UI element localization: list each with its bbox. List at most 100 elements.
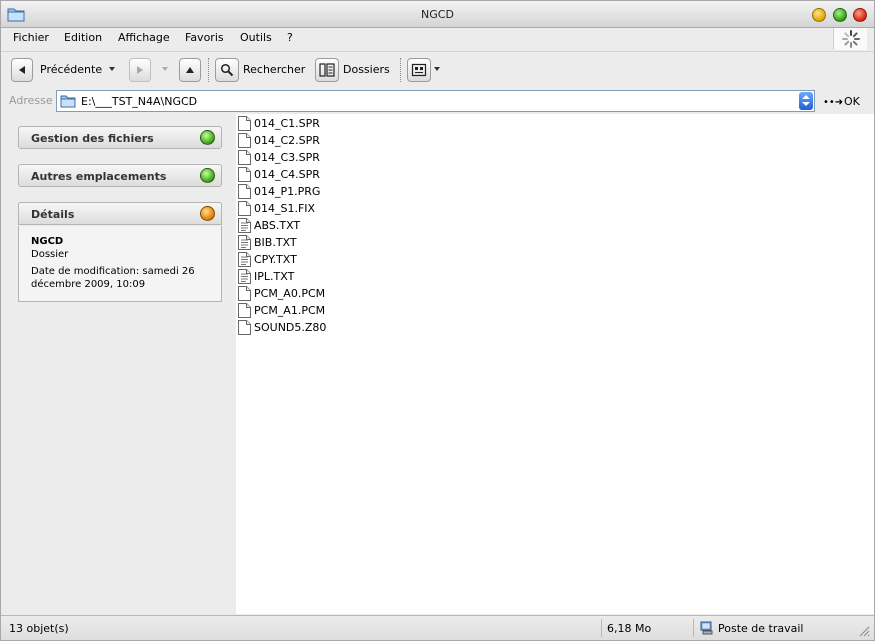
views-button[interactable]: [407, 58, 431, 82]
folders-button[interactable]: [315, 58, 339, 82]
chevron-up-icon: [802, 95, 810, 99]
text-file-icon: [238, 235, 251, 250]
magnifier-icon: [220, 63, 234, 77]
arrow-left-icon: [19, 66, 25, 74]
file-name: CPY.TXT: [254, 253, 297, 266]
file-name: 014_S1.FIX: [254, 202, 316, 215]
file-item[interactable]: PCM_A0.PCM: [238, 285, 325, 302]
panel-file-tasks-label: Gestion des fichiers: [31, 132, 154, 145]
file-icon: [238, 201, 251, 216]
file-name: 014_P1.PRG: [254, 185, 321, 198]
details-type: Dossier: [31, 249, 69, 260]
views-dropdown[interactable]: [434, 67, 440, 71]
views-icon: [411, 63, 427, 77]
file-item[interactable]: BIB.TXT: [238, 234, 297, 251]
resize-grip-icon[interactable]: [858, 625, 870, 637]
file-name: PCM_A0.PCM: [254, 287, 326, 300]
address-bar: Adresse E:\___TST_N4A\NGCD ••➜ OK: [1, 87, 874, 115]
back-button[interactable]: [11, 58, 33, 82]
status-bar: 13 objet(s) 6,18 Mo Poste de travail: [1, 615, 874, 640]
file-list[interactable]: 014_C1.SPR 014_C2.SPR 014_C3.SPR 014_C4.SPR…: [236, 114, 874, 614]
file-icon: [238, 286, 251, 301]
address-input[interactable]: E:\___TST_N4A\NGCD: [56, 90, 815, 112]
panel-details[interactable]: Détails: [18, 202, 222, 225]
file-icon: [238, 133, 251, 148]
file-item[interactable]: IPL.TXT: [238, 268, 294, 285]
up-button[interactable]: [179, 58, 201, 82]
panel-other-places-label: Autres emplacements: [31, 170, 167, 183]
chevron-down-icon: [802, 102, 810, 106]
window-title: NGCD: [421, 8, 454, 21]
collapse-orb-icon[interactable]: [200, 206, 215, 221]
details-name: NGCD: [31, 236, 64, 247]
toolbar: Précédente Rechercher Dossiers: [1, 51, 874, 87]
search-label[interactable]: Rechercher: [243, 63, 305, 76]
minimize-button[interactable]: [812, 8, 826, 22]
menu-favoris[interactable]: Favoris: [185, 31, 224, 44]
file-name: 014_C3.SPR: [254, 151, 320, 164]
status-separator: [601, 619, 602, 637]
file-icon: [238, 184, 251, 199]
toolbar-separator: [208, 58, 209, 82]
file-item[interactable]: 014_C3.SPR: [238, 149, 320, 166]
file-icon: [238, 150, 251, 165]
file-name: 014_C4.SPR: [254, 168, 320, 181]
panel-other-places[interactable]: Autres emplacements: [18, 164, 222, 187]
folder-tree-icon: [319, 63, 335, 77]
panel-file-tasks[interactable]: Gestion des fichiers: [18, 126, 222, 149]
toolbar-separator: [400, 58, 401, 82]
file-icon: [238, 320, 251, 335]
file-name: ABS.TXT: [254, 219, 301, 232]
go-arrow-icon[interactable]: ••➜: [823, 97, 843, 108]
go-button[interactable]: OK: [844, 95, 860, 108]
address-dropdown[interactable]: [799, 92, 813, 110]
file-item[interactable]: 014_C1.SPR: [238, 115, 320, 132]
file-item[interactable]: CPY.TXT: [238, 251, 297, 268]
search-button[interactable]: [215, 58, 239, 82]
menu-bar: Fichier Edition Affichage Favoris Outils…: [1, 28, 874, 50]
text-file-icon: [238, 252, 251, 267]
file-icon: [238, 116, 251, 131]
address-label: Adresse: [9, 94, 53, 107]
file-item[interactable]: ABS.TXT: [238, 217, 300, 234]
file-name: BIB.TXT: [254, 236, 297, 249]
status-object-count: 13 objet(s): [9, 622, 69, 635]
expand-orb-icon[interactable]: [200, 168, 215, 183]
folders-label[interactable]: Dossiers: [343, 63, 390, 76]
forward-history-dropdown[interactable]: [162, 67, 168, 71]
task-pane: Gestion des fichiers Autres emplacements…: [1, 114, 236, 614]
menu-help[interactable]: ?: [287, 31, 293, 44]
file-item[interactable]: 014_S1.FIX: [238, 200, 315, 217]
address-value: E:\___TST_N4A\NGCD: [81, 95, 198, 108]
file-item[interactable]: 014_C2.SPR: [238, 132, 320, 149]
file-icon: [238, 167, 251, 182]
maximize-button[interactable]: [833, 8, 847, 22]
back-label[interactable]: Précédente: [40, 63, 102, 76]
file-item[interactable]: PCM_A1.PCM: [238, 302, 325, 319]
title-bar[interactable]: NGCD: [1, 1, 874, 28]
back-history-dropdown[interactable]: [109, 67, 115, 71]
file-name: 014_C2.SPR: [254, 134, 320, 147]
file-item[interactable]: 014_P1.PRG: [238, 183, 320, 200]
file-name: 014_C1.SPR: [254, 117, 320, 130]
menu-fichier[interactable]: Fichier: [13, 31, 49, 44]
expand-orb-icon[interactable]: [200, 130, 215, 145]
forward-button[interactable]: [129, 58, 151, 82]
file-name: IPL.TXT: [254, 270, 295, 283]
file-item[interactable]: SOUND5.Z80: [238, 319, 326, 336]
status-location: Poste de travail: [718, 622, 804, 635]
status-size: 6,18 Mo: [607, 622, 652, 635]
file-name: SOUND5.Z80: [254, 321, 327, 334]
activity-throbber: [833, 28, 867, 50]
explorer-window: NGCD Fichier Edition Affichage Favoris O…: [0, 0, 875, 641]
menu-affichage[interactable]: Affichage: [118, 31, 170, 44]
menu-edition[interactable]: Edition: [64, 31, 102, 44]
spinner-icon: [842, 30, 860, 48]
file-item[interactable]: 014_C4.SPR: [238, 166, 320, 183]
details-modified: Date de modification: samedi 26 décembre…: [31, 266, 195, 290]
menu-outils[interactable]: Outils: [240, 31, 272, 44]
arrow-right-icon: [137, 66, 143, 74]
folder-icon: [60, 95, 76, 108]
file-name: PCM_A1.PCM: [254, 304, 326, 317]
close-button[interactable]: [853, 8, 867, 22]
